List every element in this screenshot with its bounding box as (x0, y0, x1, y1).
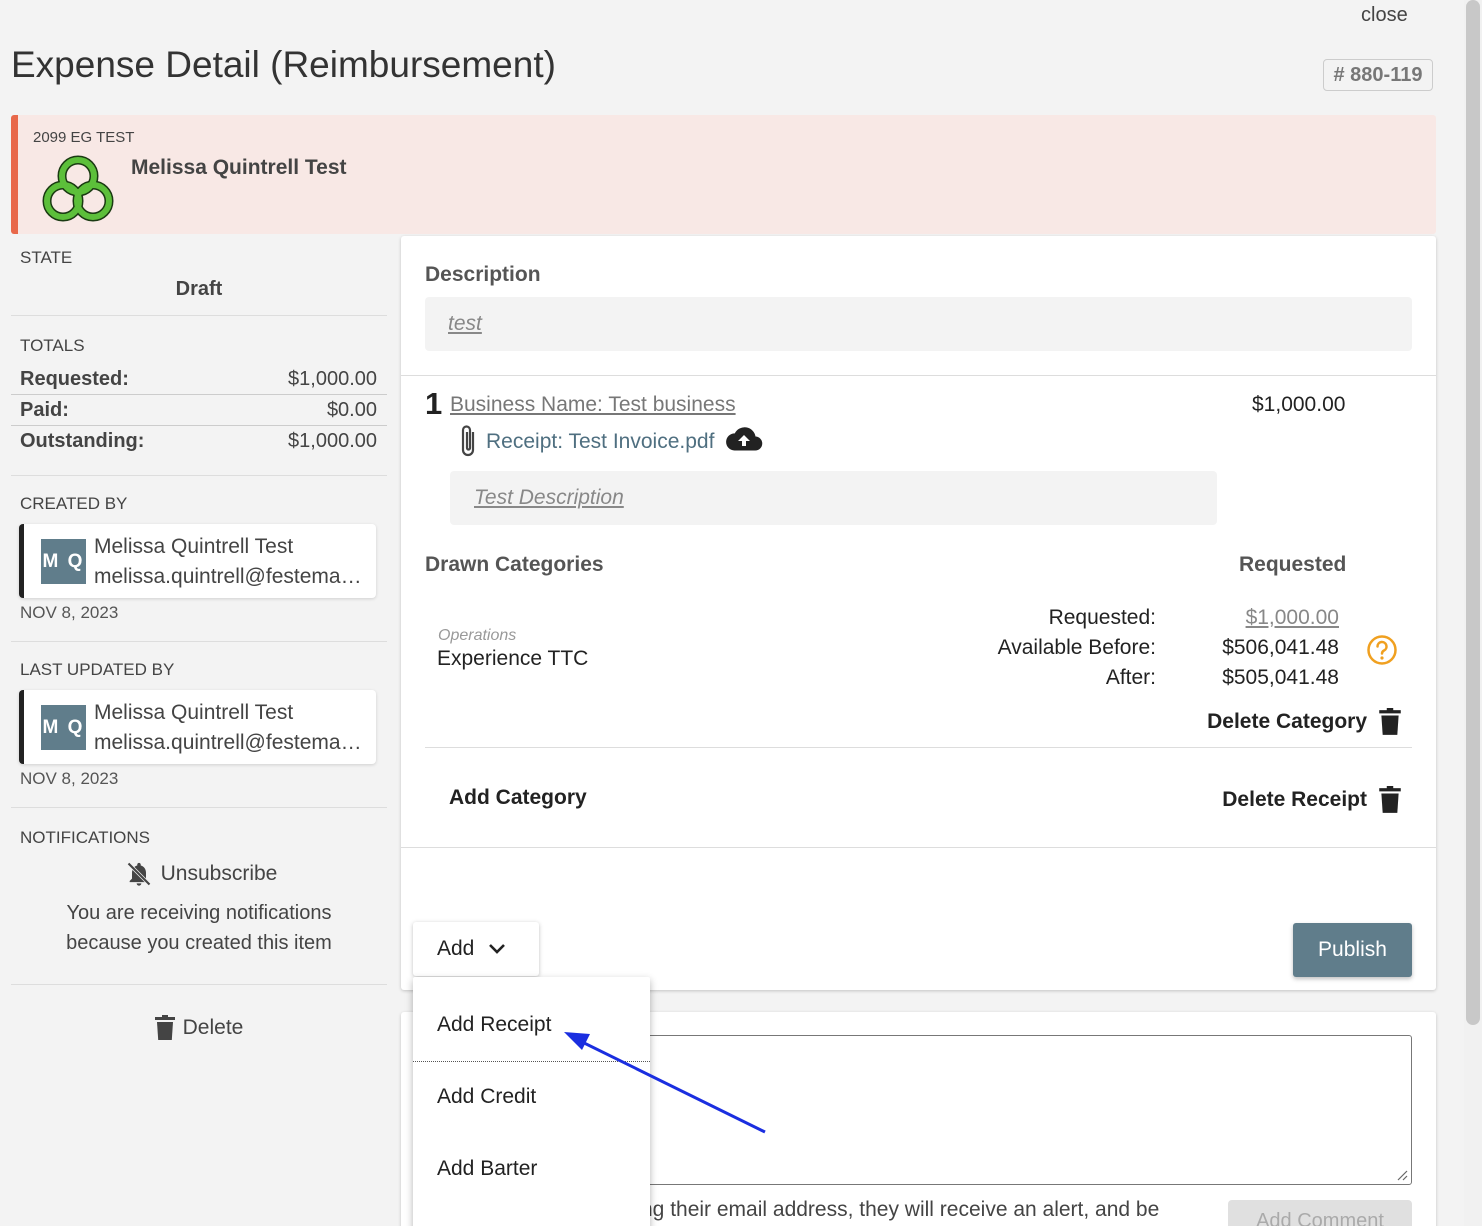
avatar: M Q (41, 539, 86, 584)
menu-item-add-barter[interactable]: Add Barter (437, 1157, 537, 1181)
description-value[interactable]: test (448, 312, 482, 336)
totals-label: Requested: (20, 367, 129, 390)
available-before-value: $506,041.48 (1222, 636, 1339, 659)
org-name: Melissa Quintrell Test (131, 156, 347, 179)
created-by-user-card[interactable]: M Q Melissa Quintrell Test melissa.quint… (19, 524, 376, 598)
scrollbar-thumb[interactable] (1466, 0, 1480, 1025)
resize-handle-icon[interactable] (1396, 1169, 1408, 1181)
description-label: Description (425, 263, 541, 286)
category-name: Experience TTC (437, 647, 589, 670)
notification-reason: You are receiving notifications because … (11, 898, 387, 958)
comment-hint-text: ng their email address, they will receiv… (641, 1198, 1160, 1221)
user-email: melissa.quintrell@festemail.com (94, 565, 364, 588)
totals-row-paid: Paid: $0.00 (11, 395, 387, 426)
receipt-amount: $1,000.00 (1252, 393, 1346, 416)
requested-column-header: Requested (1239, 553, 1347, 576)
unsubscribe-button[interactable]: Unsubscribe (15, 856, 387, 892)
paperclip-icon (461, 425, 475, 457)
trash-icon (1379, 708, 1401, 735)
receipt-file-link[interactable]: Receipt: Test Invoice.pdf (486, 430, 714, 454)
totals-value: $1,000.00 (288, 367, 377, 390)
publish-button[interactable]: Publish (1293, 923, 1412, 977)
divider (401, 847, 1436, 848)
state-section-label: STATE (20, 248, 73, 267)
bell-off-icon (126, 862, 151, 886)
delete-receipt-button[interactable]: Delete Receipt (1101, 786, 1401, 814)
delete-category-button[interactable]: Delete Category (1101, 708, 1401, 736)
delete-label: Delete (182, 1016, 244, 1039)
after-value: $505,041.48 (1222, 666, 1339, 689)
totals-label: Outstanding: (20, 430, 145, 452)
add-dropdown-button[interactable]: Add (413, 922, 539, 976)
avatar: M Q (41, 705, 86, 750)
add-comment-button[interactable]: Add Comment (1228, 1200, 1412, 1226)
org-code: 2099 EG TEST (33, 129, 135, 146)
delete-category-label: Delete Category (1207, 710, 1367, 733)
divider (11, 984, 387, 985)
help-circle-icon[interactable] (1366, 634, 1398, 666)
divider (425, 747, 1412, 748)
user-name: Melissa Quintrell Test (94, 535, 294, 558)
totals-row-outstanding: Outstanding: $1,000.00 (11, 426, 387, 457)
notification-text: You are receiving notifications (66, 902, 332, 924)
divider (401, 375, 1436, 376)
drawn-categories-label: Drawn Categories (425, 553, 604, 576)
description-field[interactable]: test (425, 297, 1412, 351)
requested-amount-link[interactable]: $1,000.00 (1179, 606, 1339, 630)
trash-icon (154, 1015, 175, 1040)
expense-main-card: Description test 1 Business Name: Test b… (401, 236, 1436, 990)
trash-icon (1379, 786, 1401, 813)
last-updated-section-label: LAST UPDATED BY (20, 660, 175, 679)
add-category-button[interactable]: Add Category (449, 786, 587, 810)
notifications-section-label: NOTIFICATIONS (20, 828, 151, 847)
organization-banner: 2099 EG TEST Melissa Quintrell Test (11, 115, 1436, 234)
receipt-number: 1 (425, 386, 443, 421)
totals-row-requested: Requested: $1,000.00 (11, 364, 387, 395)
totals-section-label: TOTALS (20, 336, 85, 355)
expense-id-badge: # 880-119 (1323, 59, 1433, 91)
state-value: Draft (175, 278, 223, 300)
user-name: Melissa Quintrell Test (94, 701, 294, 724)
close-link[interactable]: close (1361, 4, 1408, 27)
created-date: NOV 8, 2023 (20, 603, 119, 622)
add-dropdown-label: Add (437, 937, 475, 960)
updated-date: NOV 8, 2023 (20, 769, 119, 788)
menu-item-add-credit[interactable]: Add Credit (437, 1085, 536, 1109)
menu-separator (413, 1061, 650, 1062)
totals-label: Paid: (20, 398, 69, 421)
requested-row-label: Requested: (1048, 606, 1156, 629)
unsubscribe-label: Unsubscribe (160, 862, 278, 885)
interlocking-rings-logo-icon (42, 155, 114, 222)
business-name-link[interactable]: Business Name: Test business (450, 393, 736, 417)
user-email: melissa.quintrell@festemail.com (94, 731, 364, 754)
delete-button[interactable]: Delete (11, 1007, 387, 1049)
menu-item-add-receipt[interactable]: Add Receipt (437, 1013, 551, 1037)
created-by-section-label: CREATED BY (20, 494, 128, 513)
after-label: After: (1105, 666, 1156, 689)
sidebar: STATE Draft TOTALS Requested: $1,000.00 … (11, 236, 387, 1049)
chevron-down-icon (489, 944, 506, 954)
receipt-description-value[interactable]: Test Description (474, 486, 624, 510)
available-before-label: Available Before: (997, 636, 1156, 659)
divider (11, 315, 387, 316)
receipt-description-field[interactable]: Test Description (450, 471, 1217, 525)
totals-value: $0.00 (326, 398, 377, 421)
category-group: Operations (438, 627, 517, 644)
notification-text: because you created this item (66, 932, 332, 954)
add-dropdown-menu: Add Receipt Add Credit Add Barter (413, 977, 650, 1226)
last-updated-user-card[interactable]: M Q Melissa Quintrell Test melissa.quint… (19, 690, 376, 764)
page-title: Expense Detail (Reimbursement) (11, 44, 556, 85)
delete-receipt-label: Delete Receipt (1222, 788, 1367, 811)
totals-value: $1,000.00 (288, 430, 377, 452)
cloud-upload-icon[interactable] (725, 426, 763, 452)
